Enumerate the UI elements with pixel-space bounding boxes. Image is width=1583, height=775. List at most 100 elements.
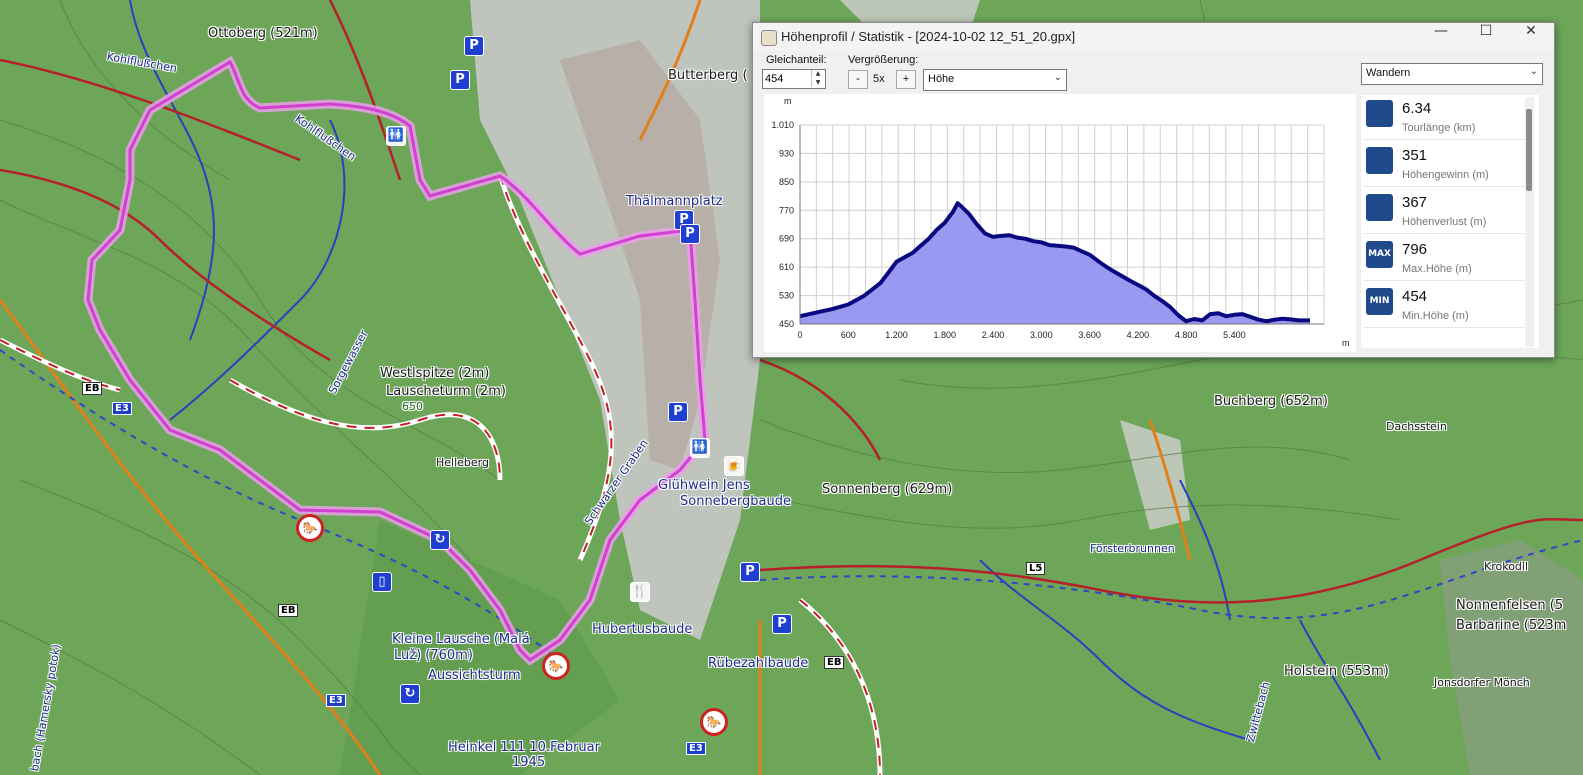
map-label-650: 650 bbox=[402, 400, 423, 413]
minimize-button[interactable]: — bbox=[1419, 23, 1463, 51]
map-label-kleine-lausche-2: Luž) (760m) bbox=[394, 648, 473, 663]
map-label-dachsstein: Dachsstein bbox=[1386, 420, 1447, 433]
stat-value: 6.34 bbox=[1402, 100, 1432, 117]
chart-y-tick-label: 530 bbox=[779, 291, 794, 301]
profile-mode-select[interactable]: Höhe ⌄ bbox=[923, 69, 1067, 91]
chart-y-tick-label: 850 bbox=[779, 177, 794, 187]
stat-value: 367 bbox=[1402, 194, 1428, 211]
gleichanteil-spinbox[interactable]: ▲ ▼ bbox=[762, 69, 826, 89]
stat-caption: Höhenverlust (m) bbox=[1402, 216, 1487, 228]
elevation-chart-svg: 450 530 610 690 770 850 930 1.010 0 600 1.200 1.800… bbox=[771, 96, 1350, 348]
min-elevation-icon: MIN bbox=[1366, 288, 1393, 315]
parking-icon[interactable]: P bbox=[772, 614, 792, 634]
chart-y-tick-label: 1.010 bbox=[771, 120, 794, 130]
elevation-chart[interactable]: 450 530 610 690 770 850 930 1.010 0 600 1.200 1.800… bbox=[764, 94, 1356, 352]
elevation-profile-window[interactable]: Höhenprofil / Statistik - [2024-10-02 12… bbox=[752, 22, 1555, 358]
app-icon bbox=[761, 30, 777, 46]
trail-sign-l5: L5 bbox=[1026, 562, 1046, 575]
stat-row: 367 Höhenverlust (m) bbox=[1364, 189, 1528, 234]
map-label-aussichtsturm: Aussichtsturm bbox=[428, 668, 521, 683]
map-label-ottoberg: Ottoberg (521m) bbox=[208, 26, 318, 41]
map-label-kleine-lausche: Kleine Lausche (Malá bbox=[392, 632, 530, 647]
zoom-in-button[interactable]: + bbox=[896, 70, 916, 89]
map-label-helleberg: Helleberg bbox=[436, 456, 489, 469]
map-label-sonnenberg: Sonnenberg (629m) bbox=[822, 482, 953, 497]
horse-riding-icon[interactable]: 🐎 bbox=[700, 708, 728, 736]
map-label-heinkel-year: 1945 bbox=[512, 755, 546, 770]
parking-icon[interactable]: P bbox=[740, 562, 760, 582]
map-label-hubertusbaude: Hubertusbaude bbox=[592, 622, 693, 637]
stat-value: 796 bbox=[1402, 241, 1428, 258]
chart-y-tick-label: 610 bbox=[779, 262, 794, 272]
map-label-westlspitze: Westlspitze (2m) bbox=[380, 366, 490, 381]
trail-sign-eb: EB bbox=[824, 656, 845, 669]
route-marker-icon[interactable]: ↻ bbox=[430, 530, 450, 550]
chart-x-tick-label: 2.400 bbox=[982, 330, 1005, 340]
scrollbar-thumb[interactable] bbox=[1526, 109, 1532, 191]
gleichanteil-input[interactable] bbox=[765, 71, 809, 86]
parking-icon[interactable]: P bbox=[680, 224, 700, 244]
map-label-heinkel: Heinkel 111 10.Februar bbox=[448, 740, 600, 755]
chart-x-tick-label: 4.800 bbox=[1175, 330, 1198, 340]
activity-select[interactable]: Wandern ⌄ bbox=[1361, 63, 1543, 85]
chart-x-axis-label: m bbox=[1342, 338, 1350, 348]
statistics-panel[interactable]: 6.34 Tourlänge (km) 351 Höhengewinn (m) 367 H… bbox=[1361, 95, 1539, 348]
horse-riding-icon[interactable]: 🐎 bbox=[296, 514, 324, 542]
bus-stop-icon[interactable]: ▯ bbox=[372, 572, 392, 592]
stat-caption: Tourlänge (km) bbox=[1402, 122, 1476, 134]
elevation-loss-icon bbox=[1366, 194, 1393, 221]
zoom-out-button[interactable]: - bbox=[848, 70, 868, 89]
stat-row: 351 Höhengewinn (m) bbox=[1364, 142, 1528, 187]
chart-y-tick-label: 450 bbox=[779, 319, 794, 329]
map-label-buchberg: Buchberg (652m) bbox=[1214, 394, 1328, 409]
map-label-krokodil: Krokodil bbox=[1484, 560, 1529, 573]
stat-value: 351 bbox=[1402, 147, 1428, 164]
stat-value: 454 bbox=[1402, 288, 1428, 305]
elevation-gain-icon bbox=[1366, 147, 1393, 174]
chart-y-tick-label: 690 bbox=[779, 234, 794, 244]
chart-x-tick-label: 3.600 bbox=[1078, 330, 1101, 340]
chart-y-tick-label: 770 bbox=[779, 205, 794, 215]
parking-icon[interactable]: P bbox=[668, 402, 688, 422]
horse-riding-icon[interactable]: 🐎 bbox=[542, 652, 570, 680]
close-button[interactable]: ✕ bbox=[1509, 23, 1553, 51]
activity-value: Wandern bbox=[1366, 67, 1411, 79]
map-label-thalmannplatz: Thälmannplatz bbox=[626, 194, 723, 209]
chart-x-tick-label: 600 bbox=[841, 330, 856, 340]
map-label-sonnebergbaude: Sonnebergbaude bbox=[680, 494, 792, 509]
gleichanteil-label: Gleichanteil: bbox=[766, 54, 827, 66]
spin-down-icon[interactable]: ▼ bbox=[811, 79, 824, 87]
maximize-button[interactable]: ☐ bbox=[1464, 23, 1508, 51]
toilets-icon[interactable]: 🚻 bbox=[386, 126, 406, 146]
zoom-label: Vergrößerung: bbox=[848, 54, 919, 66]
chart-x-tick-label: 1.800 bbox=[934, 330, 957, 340]
map-label-nonnenfelsen: Nonnenfelsen (5 bbox=[1456, 598, 1564, 613]
map-label-ruebezahlbaude: Rübezahlbaude bbox=[708, 656, 809, 671]
parking-icon[interactable]: P bbox=[450, 70, 470, 90]
restaurant-icon[interactable]: 🍺 bbox=[724, 456, 744, 476]
map-label-foersterbrunnen: Försterbrunnen bbox=[1090, 542, 1175, 555]
restaurant-icon[interactable]: 🍴 bbox=[630, 582, 650, 602]
stat-row: MIN 454 Min.Höhe (m) bbox=[1364, 283, 1528, 328]
toilets-icon[interactable]: 🚻 bbox=[690, 438, 710, 458]
map-label-lauscheturm: Lauscheturm (2m) bbox=[386, 384, 506, 399]
chart-y-axis-label: m bbox=[784, 96, 792, 106]
trail-sign-eb: EB bbox=[82, 382, 103, 395]
map-label-gluehwein-jens: Glühwein Jens bbox=[658, 478, 750, 493]
window-titlebar[interactable]: Höhenprofil / Statistik - [2024-10-02 12… bbox=[753, 23, 1554, 51]
route-marker-icon[interactable]: ↻ bbox=[400, 684, 420, 704]
statistics-scrollbar[interactable] bbox=[1525, 97, 1534, 347]
chevron-down-icon: ⌄ bbox=[1053, 72, 1062, 83]
chevron-down-icon: ⌄ bbox=[1529, 66, 1538, 77]
stat-caption: Höhengewinn (m) bbox=[1402, 169, 1489, 181]
max-elevation-icon: MAX bbox=[1366, 241, 1393, 268]
trail-sign-eb: EB bbox=[278, 604, 299, 617]
chart-y-tick-label: 930 bbox=[779, 148, 794, 158]
parking-icon[interactable]: P bbox=[464, 36, 484, 56]
zoom-value: 5x bbox=[873, 73, 885, 85]
stat-caption: Max.Höhe (m) bbox=[1402, 263, 1472, 275]
map-label-butterberg: Butterberg ( bbox=[668, 68, 748, 83]
spin-up-icon[interactable]: ▲ bbox=[811, 70, 824, 78]
map-label-barbarine: Barbarine (523m bbox=[1456, 618, 1567, 633]
window-title: Höhenprofil / Statistik - [2024-10-02 12… bbox=[781, 29, 1076, 44]
